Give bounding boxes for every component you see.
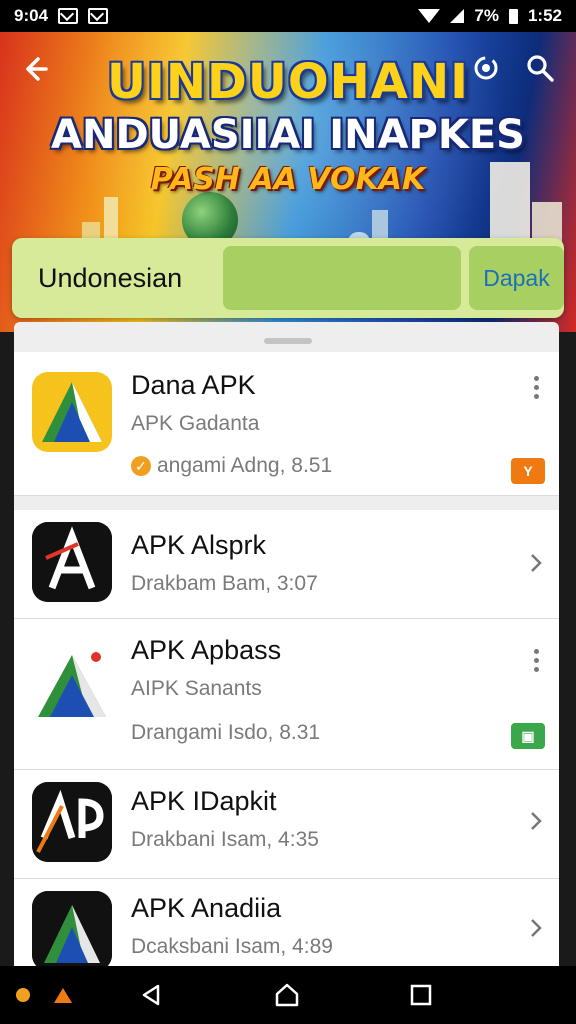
app-name: APK Alsprk (131, 530, 267, 560)
status-right: 7% 1:52 (418, 6, 562, 26)
apbass-logo-icon (38, 652, 106, 717)
app-subtitle: APK Gadanta (131, 412, 260, 435)
arrow-left-icon (26, 57, 48, 81)
search-button[interactable] (520, 48, 560, 88)
more-button[interactable] (524, 372, 548, 402)
battery-percent: 7% (474, 6, 499, 25)
app-name: APK IDapkit (131, 786, 277, 816)
app-name: APK Anadiia (131, 893, 282, 923)
nav-back-button[interactable] (134, 978, 168, 1012)
list-item[interactable]: APK Anadiia Dcaksbani Isam, 4:89 (14, 879, 559, 966)
open-button[interactable] (524, 806, 548, 836)
list-item[interactable]: APK Alsprk Drakbam Bam, 3:07 (14, 510, 559, 618)
sync-icon (474, 56, 498, 80)
install-badge-icon[interactable]: ▣ (511, 723, 545, 749)
download-badge-icon[interactable]: Y (511, 458, 545, 484)
status-left: 9:04 (14, 6, 109, 26)
app-icon (32, 891, 112, 966)
mail-icon (58, 8, 79, 24)
more-button[interactable] (524, 645, 548, 675)
chevron-right-icon (531, 919, 542, 937)
back-button[interactable] (16, 50, 54, 88)
triangle-back-icon (142, 984, 160, 1006)
nav-recents-button[interactable] (404, 978, 438, 1012)
search-input[interactable] (222, 246, 461, 310)
anadiia-logo-icon (32, 891, 112, 966)
notification-dot-icon (6, 978, 40, 1012)
app-meta: Drakbani Isam, 4:35 (131, 828, 319, 851)
app-icon (32, 782, 112, 862)
app-meta: Drangami Isdo, 8.31 (131, 721, 321, 744)
signal-icon (450, 9, 465, 23)
banner-subtitle: ANDUASIIAI INAPKES (51, 112, 525, 158)
app-subtitle: AIPK Sanants (131, 677, 262, 700)
battery-icon (508, 8, 518, 24)
app-meta: ✓ angami Adng, 8.51 (131, 454, 332, 478)
app-icon (32, 372, 112, 452)
search-bar: Undonesian Dapak (12, 238, 564, 318)
search-label: Undonesian (38, 262, 183, 293)
app-name: APK Apbass (131, 635, 282, 665)
list-item[interactable]: Dana APK APK Gadanta ✓ angami Adng, 8.51… (14, 352, 559, 496)
wifi-icon (418, 9, 441, 23)
open-button[interactable] (524, 548, 548, 578)
sync-button[interactable] (466, 48, 506, 88)
alsprk-logo-icon (32, 522, 112, 602)
search-submit-button[interactable]: Dapak (468, 246, 564, 310)
status-clock: 1:52 (527, 6, 562, 25)
chevron-right-icon (531, 812, 542, 830)
results-sheet: Dana APK APK Gadanta ✓ angami Adng, 8.51… (14, 322, 559, 966)
app-name: Dana APK (131, 370, 256, 400)
dana-logo-icon (32, 372, 112, 452)
search-icon (527, 55, 554, 82)
chevron-right-icon (531, 554, 542, 572)
verified-icon: ✓ (131, 456, 151, 476)
list-item[interactable]: APK Apbass AIPK Sanants Drangami Isdo, 8… (14, 619, 559, 769)
app-icon (32, 522, 112, 602)
status-bar: 9:04 7% 1:52 (0, 0, 576, 32)
recents-icon (410, 984, 432, 1006)
drag-handle[interactable] (264, 338, 312, 344)
status-time: 9:04 (14, 6, 49, 25)
system-nav-bar (0, 966, 576, 1024)
idapkit-logo-icon (32, 782, 112, 862)
app-meta-text: angami Adng, 8.51 (157, 454, 333, 477)
open-button[interactable] (524, 913, 548, 943)
list-item[interactable]: APK IDapkit Drakbani Isam, 4:35 (14, 770, 559, 878)
app-icon (32, 647, 112, 727)
app-meta: Drakbam Bam, 3:07 (131, 572, 318, 595)
home-icon (275, 983, 299, 1007)
home-app-icon (46, 978, 80, 1012)
mail-icon-2 (88, 8, 109, 24)
app-meta: Dcaksbani Isam, 4:89 (131, 935, 333, 958)
nav-home-button[interactable] (270, 978, 304, 1012)
banner-tagline: PASH AA VOKAK (150, 162, 426, 197)
